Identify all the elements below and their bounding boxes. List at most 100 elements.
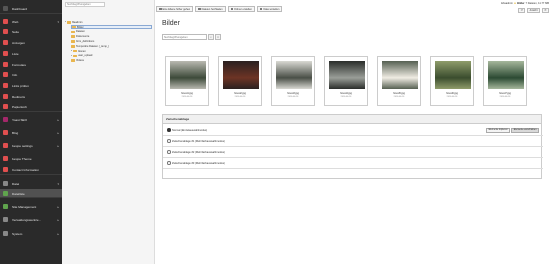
search-icon[interactable]: ⌕ — [208, 34, 214, 40]
sidebar-item-8[interactable]: Redirects — [0, 92, 62, 101]
back-button[interactable]: ↺ — [518, 8, 526, 13]
sidebar-item-2[interactable]: Seite — [0, 27, 62, 36]
toolbar-button-label: Datei erstellen — [263, 7, 280, 11]
expand-icon[interactable]: ▾ — [65, 21, 66, 23]
chevron-icon[interactable]: ▸ — [57, 205, 59, 209]
file-search-input[interactable] — [162, 34, 207, 40]
tree-node-label: Temporäre Dateien (_temp_) — [76, 44, 110, 48]
clipboard-panel: Zwischenablage Normal (Einzelauswahlmodu… — [162, 114, 543, 179]
chevron-icon[interactable]: ▸ — [57, 218, 59, 222]
contact-icon — [3, 167, 8, 172]
bookmark-star-icon[interactable]: ★ — [514, 2, 516, 5]
sidebar-item-label: Links prüfen — [12, 83, 29, 88]
toolbar-button-0[interactable]: Eine Ebene höher gehen — [156, 6, 194, 12]
file-thumbnail[interactable]: forest3.jpg 2016-06-16 — [271, 56, 315, 106]
form-icon — [3, 62, 8, 67]
sidebar-item-label: Verwaltungswerkze... — [12, 217, 42, 222]
file-thumbnail[interactable]: forest1.jpg 2016-06-16 — [165, 56, 209, 106]
toolbar-button-label: Eine Ebene höher gehen — [162, 7, 191, 11]
refresh-button[interactable]: ⟳ — [541, 8, 549, 13]
sidebar-item-3[interactable]: Anzeigen — [0, 38, 62, 47]
file-thumbnail[interactable]: forest2.jpg 2016-06-16 — [218, 56, 262, 106]
toolbar-button-label: Ordner erstellen — [234, 7, 252, 11]
file-thumbnail[interactable]: forest5.jpg 2016-06-16 — [377, 56, 421, 106]
sidebar-item-label: bexjou Theme — [12, 156, 32, 161]
clipboard-row[interactable]: Normal (Einzelauswahlmodus) Elemente kopi… — [163, 125, 543, 136]
chevron-icon[interactable]: ▸ — [57, 131, 59, 135]
toolbar-button-3[interactable]: Datei erstellen — [256, 6, 283, 12]
thumbnail-image[interactable] — [276, 61, 312, 89]
page-icon — [3, 29, 8, 34]
view-mode-button[interactable]: Ansicht — [527, 8, 540, 13]
expand-icon[interactable]: ▸ — [71, 55, 72, 57]
file-date: 2016-06-16 — [499, 96, 511, 98]
sidebar-item-18[interactable]: Verwaltungswerkze... ▸ — [0, 215, 62, 224]
toolbar-action-icon — [198, 7, 201, 11]
sidebar-item-label: Redirects — [12, 94, 26, 99]
sidebar-item-14[interactable]: Contact Information — [0, 165, 62, 174]
sidebar-divider — [0, 111, 62, 112]
thumbnail-image[interactable] — [435, 61, 471, 89]
chevron-icon[interactable]: ▸ — [57, 232, 59, 236]
site-icon — [3, 204, 8, 209]
tree-search-input[interactable] — [65, 2, 105, 7]
sidebar-item-label: Liste — [12, 51, 19, 56]
sidebar-item-13[interactable]: bexjou Theme — [0, 154, 62, 163]
file-name: forest2.jpg — [234, 92, 246, 95]
chevron-icon[interactable]: ▾ — [57, 182, 59, 186]
thumbnail-image[interactable] — [170, 61, 206, 89]
clipboard-row[interactable]: Zwischenablage #3 (Mehrfachauswahlmodus) — [163, 158, 543, 169]
toolbar-button-2[interactable]: Ordner erstellen — [227, 6, 255, 12]
move-elements-button[interactable]: Elemente verschieben — [511, 127, 539, 133]
toolbar-action-icon — [159, 7, 162, 11]
thumbnail-image[interactable] — [329, 61, 365, 89]
tree-node-8[interactable]: Videos — [71, 58, 84, 63]
file-thumbnail[interactable]: forest6.jpg 2016-06-16 — [430, 56, 474, 106]
sidebar-item-10[interactable]: Yoast SEO ▸ — [0, 115, 62, 124]
file-name: forest5.jpg — [393, 92, 405, 95]
sidebar-item-1[interactable]: Web ▾ — [0, 17, 62, 26]
theme-icon — [3, 156, 8, 161]
copy-elements-button[interactable]: Elemente kopieren — [486, 127, 511, 133]
clipboard-radio[interactable] — [167, 150, 171, 154]
expand-icon[interactable]: ▸ — [71, 50, 72, 52]
blog-icon — [3, 130, 8, 135]
sidebar-item-9[interactable]: Papierkorb — [0, 102, 62, 111]
clipboard-radio[interactable] — [167, 139, 171, 143]
sidebar-item-4[interactable]: Liste — [0, 49, 62, 58]
sidebar-item-label: Formulare — [12, 62, 27, 67]
chevron-icon[interactable]: ▸ — [57, 118, 59, 122]
tools-icon — [3, 217, 8, 222]
sidebar-item-12[interactable]: bexjou settings ▸ — [0, 141, 62, 150]
toolbar: Eine Ebene höher gehen Dateien hochladen O… — [156, 6, 283, 13]
sidebar-item-11[interactable]: Blog ▸ — [0, 128, 62, 137]
thumbnail-image[interactable] — [223, 61, 259, 89]
sidebar-item-7[interactable]: Links prüfen — [0, 81, 62, 90]
sidebar-divider — [0, 174, 62, 175]
sidebar-item-label: Web — [12, 19, 19, 24]
clipboard-row[interactable]: Zwischenablage #1 (Mehrfachauswahlmodus) — [163, 136, 543, 147]
thumbnail-image[interactable] — [488, 61, 524, 89]
sidebar-item-17[interactable]: Site Management ▸ — [0, 202, 62, 211]
sidebar-item-label: Dashboard — [12, 6, 28, 11]
toolbar-button-1[interactable]: Dateien hochladen — [195, 6, 226, 12]
sidebar-item-6[interactable]: Info — [0, 70, 62, 79]
chevron-icon[interactable]: ▸ — [57, 144, 59, 148]
file-thumbnail[interactable]: forest4.jpg 2016-06-16 — [324, 56, 368, 106]
file-thumbnail[interactable]: forest7.jpg 2016-06-16 — [483, 56, 527, 106]
file-name: forest1.jpg — [181, 92, 193, 95]
chevron-icon[interactable]: ▾ — [57, 20, 59, 24]
sidebar-item-19[interactable]: System ▸ — [0, 229, 62, 238]
clipboard-radio[interactable] — [167, 161, 171, 165]
clipboard-row[interactable]: Zwischenablage #2 (Mehrfachauswahlmodus) — [163, 147, 543, 158]
clipboard-radio[interactable] — [167, 128, 171, 132]
sidebar-item-0[interactable]: Dashboard — [0, 4, 62, 13]
sidebar-item-5[interactable]: Formulare — [0, 60, 62, 69]
dashboard-icon — [3, 6, 8, 11]
sidebar-item-15[interactable]: Datei ▾ — [0, 179, 62, 188]
reset-icon[interactable]: × — [215, 34, 221, 40]
page-title: Bilder — [162, 20, 180, 27]
info-icon — [3, 72, 8, 77]
clipboard-row-label: Zwischenablage #3 (Mehrfachauswahlmodus) — [172, 161, 225, 165]
thumbnail-image[interactable] — [382, 61, 418, 89]
